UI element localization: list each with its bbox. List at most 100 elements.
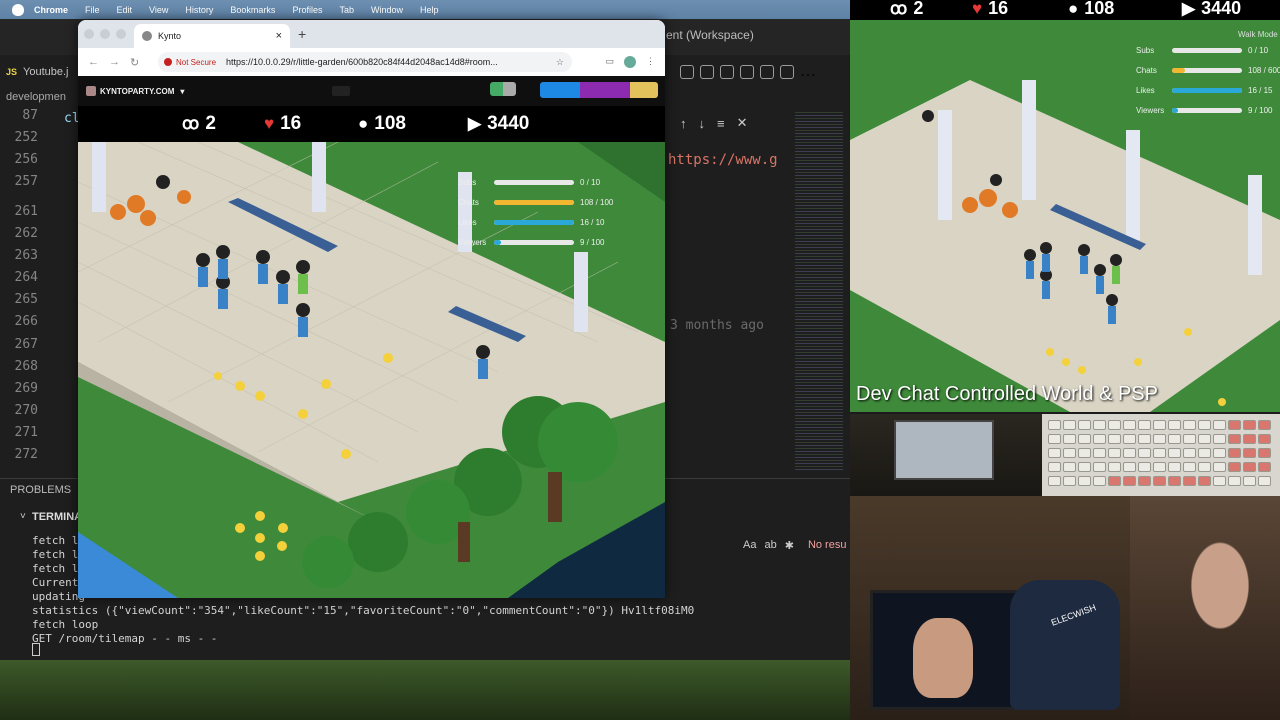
keyboard-key bbox=[1153, 420, 1166, 430]
terminal-panel-title[interactable]: TERMINA bbox=[32, 511, 82, 523]
progress-fill bbox=[1172, 108, 1178, 113]
keyboard-key bbox=[1153, 434, 1166, 444]
keyboard-key bbox=[1138, 476, 1151, 486]
keyboard-key bbox=[1228, 434, 1241, 444]
line-number: 268 bbox=[14, 359, 38, 374]
back-icon[interactable]: ← bbox=[88, 56, 99, 68]
topbar-actions[interactable] bbox=[540, 82, 658, 98]
arrow-down-icon[interactable]: ↓ bbox=[699, 116, 706, 131]
arrow-up-icon[interactable]: ↑ bbox=[680, 116, 687, 131]
menu-file[interactable]: File bbox=[85, 5, 100, 15]
menu-help[interactable]: Help bbox=[420, 5, 439, 15]
line-number: 252 bbox=[14, 130, 38, 145]
close-icon[interactable]: ✕ bbox=[737, 115, 748, 131]
keyboard-key bbox=[1048, 476, 1061, 486]
progress-value: 108 / 100 bbox=[580, 198, 614, 207]
views-count: 3440 bbox=[487, 113, 530, 134]
window-zoom-dot[interactable] bbox=[116, 29, 126, 39]
circle-icon[interactable] bbox=[720, 65, 734, 79]
progress-value: 16 / 15 bbox=[1248, 86, 1273, 95]
chevron-down-icon[interactable]: ˅ bbox=[20, 511, 26, 522]
stream-stats-bar: ꝏ 2 ♥ 16 ● 108 ▶ 3440 bbox=[78, 106, 665, 142]
tab-close-icon[interactable]: × bbox=[276, 30, 282, 42]
progress-row-chats: Chats 108 / 100 bbox=[458, 198, 613, 207]
keyboard-key bbox=[1138, 434, 1151, 444]
browser-tab-kynto[interactable]: Kynto × bbox=[134, 24, 290, 48]
keyboard-key bbox=[1078, 434, 1091, 444]
breadcrumb[interactable]: developmen bbox=[6, 91, 66, 103]
menu-edit[interactable]: Edit bbox=[117, 5, 133, 15]
go-forward-icon[interactable] bbox=[740, 65, 754, 79]
forward-icon[interactable]: → bbox=[109, 56, 120, 68]
keyboard-key bbox=[1183, 448, 1196, 458]
menu-window[interactable]: Window bbox=[371, 5, 403, 15]
keyboard-key bbox=[1138, 462, 1151, 472]
menu-tab[interactable]: Tab bbox=[339, 5, 354, 15]
split-editor-icon[interactable] bbox=[780, 65, 794, 79]
kynto-logo[interactable]: KYNTOPARTY.COM ▾ bbox=[86, 86, 184, 96]
keyboard-key bbox=[1198, 420, 1211, 430]
new-tab-button[interactable]: + bbox=[298, 26, 306, 42]
progress-label: Chats bbox=[458, 198, 479, 207]
editor-tab-youtube[interactable]: JS Youtube.j bbox=[0, 60, 78, 84]
progress-label: Viewers bbox=[458, 238, 487, 247]
source-control-icon[interactable] bbox=[680, 65, 694, 79]
keyboard-key bbox=[1138, 448, 1151, 458]
keyboard-key bbox=[1243, 420, 1256, 430]
omnibox[interactable]: Not Secure https://10.0.0.29/r/little-ga… bbox=[158, 52, 572, 72]
window-close-dot[interactable] bbox=[84, 29, 94, 39]
brand-dropdown-icon[interactable]: ▾ bbox=[180, 87, 184, 96]
menu-bookmarks[interactable]: Bookmarks bbox=[230, 5, 275, 15]
currency-icons[interactable] bbox=[490, 82, 516, 96]
find-results: No resu bbox=[807, 539, 847, 551]
keyboard-key bbox=[1153, 476, 1166, 486]
line-number: 257 bbox=[14, 174, 38, 189]
reload-icon[interactable]: ↻ bbox=[130, 56, 139, 69]
keyboard-key bbox=[1093, 448, 1106, 458]
menu-profiles[interactable]: Profiles bbox=[292, 5, 322, 15]
topbar-button[interactable] bbox=[332, 86, 350, 96]
more-actions-icon[interactable]: ⋯ bbox=[800, 65, 816, 84]
apple-icon[interactable] bbox=[12, 3, 24, 16]
profile-avatar[interactable] bbox=[624, 56, 636, 68]
tab-problems[interactable]: PROBLEMS bbox=[10, 484, 71, 496]
desktop-wallpaper bbox=[0, 660, 850, 720]
tab-strip: Kynto × + bbox=[78, 20, 665, 48]
psp-camera bbox=[850, 414, 1042, 496]
kebab-menu-icon[interactable]: ⋮ bbox=[646, 56, 655, 68]
keyboard-key bbox=[1063, 434, 1076, 444]
bookmark-star-icon[interactable]: ☆ bbox=[556, 57, 564, 68]
url-text[interactable]: https://10.0.0.29/r/little-garden/600b82… bbox=[226, 57, 498, 67]
not-secure-badge[interactable]: Not Secure bbox=[164, 58, 216, 67]
views-stat: ▶ 3440 bbox=[468, 113, 529, 135]
progress-fill bbox=[494, 200, 574, 205]
editor-minimap[interactable] bbox=[795, 110, 843, 470]
progress-value: 9 / 100 bbox=[580, 238, 605, 247]
line-number: 267 bbox=[14, 337, 38, 352]
game-world[interactable]: Subs 0 / 10 Chats 108 / 100 Likes 16 / 10 View… bbox=[78, 142, 665, 598]
chats-stat: ● 108 bbox=[358, 113, 406, 135]
progress-value: 108 / 600 bbox=[1248, 66, 1280, 75]
menu-history[interactable]: History bbox=[185, 5, 213, 15]
progress-fill bbox=[1172, 88, 1242, 93]
progress-track bbox=[494, 180, 574, 185]
keyboard-key bbox=[1108, 462, 1121, 472]
menu-app-chrome[interactable]: Chrome bbox=[34, 5, 68, 15]
overlay-views-stat: ▶ 3440 bbox=[1182, 0, 1241, 19]
editor-tab-label: Youtube.j bbox=[23, 66, 69, 78]
menu-view[interactable]: View bbox=[149, 5, 168, 15]
keyboard-key bbox=[1228, 420, 1241, 430]
run-icon[interactable] bbox=[760, 65, 774, 79]
progress-row-chats: Chats 108 / 600 bbox=[1136, 66, 1280, 75]
line-number: 269 bbox=[14, 381, 38, 396]
lines-icon[interactable]: ≡ bbox=[717, 116, 725, 131]
window-minimize-dot[interactable] bbox=[100, 29, 110, 39]
workspace-title: ent (Workspace) bbox=[666, 28, 754, 42]
go-back-icon[interactable] bbox=[700, 65, 714, 79]
keyboard-key bbox=[1108, 476, 1121, 486]
line-number: 271 bbox=[14, 425, 38, 440]
keyboard-key bbox=[1183, 476, 1196, 486]
youtube-icon: ▶ bbox=[468, 114, 482, 133]
extensions-icon[interactable]: ▭ bbox=[605, 56, 614, 68]
git-blame-annotation: 3 months ago bbox=[670, 318, 764, 333]
